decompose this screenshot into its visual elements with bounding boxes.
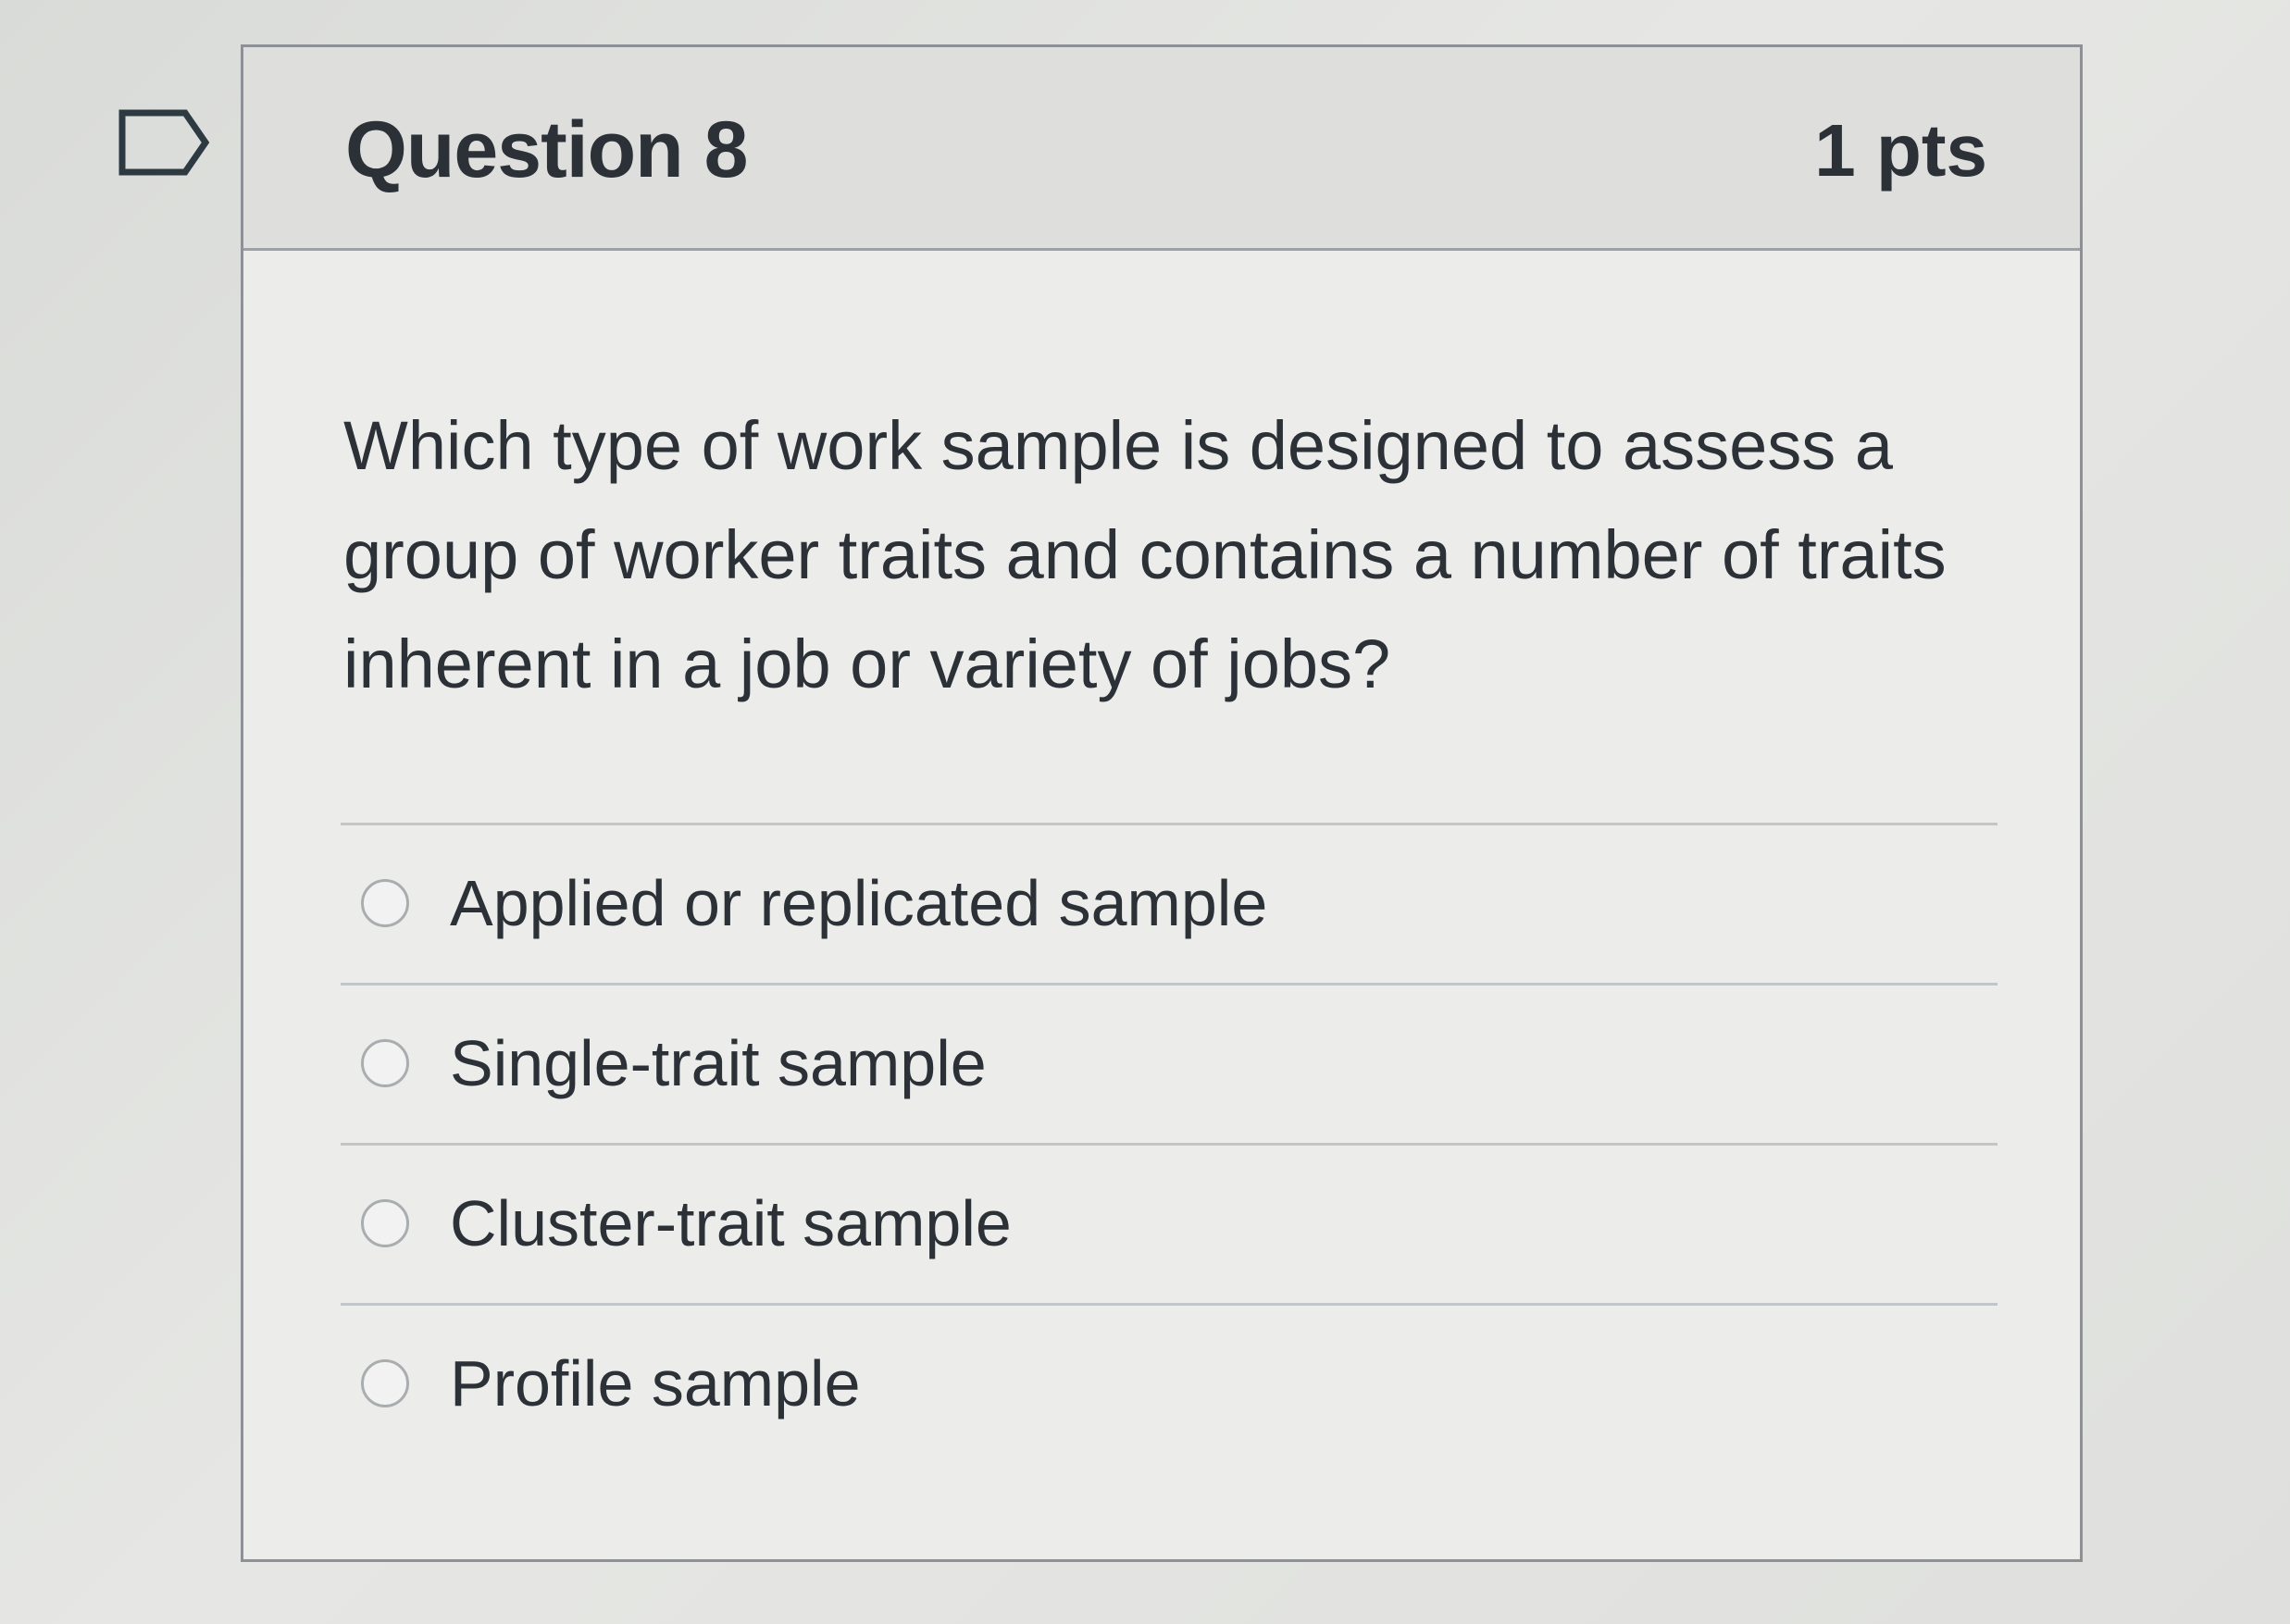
question-card: Question 8 1 pts Which type of work samp… xyxy=(241,44,2083,1562)
question-points: 1 pts xyxy=(1814,109,1987,192)
answer-label: Cluster-trait sample xyxy=(450,1187,1012,1259)
answer-option-single-trait[interactable]: Single-trait sample xyxy=(341,986,1998,1146)
radio-button-icon[interactable] xyxy=(361,1359,409,1407)
question-title: Question 8 xyxy=(345,105,748,194)
flag-question-icon[interactable] xyxy=(118,109,211,176)
question-header: Question 8 1 pts xyxy=(243,47,2080,251)
answer-label: Profile sample xyxy=(450,1347,861,1419)
answer-option-cluster-trait[interactable]: Cluster-trait sample xyxy=(341,1146,1998,1306)
radio-button-icon[interactable] xyxy=(361,1199,409,1247)
radio-button-icon[interactable] xyxy=(361,879,409,927)
answer-label: Single-trait sample xyxy=(450,1027,987,1099)
answer-label: Applied or replicated sample xyxy=(450,867,1268,939)
answer-option-profile[interactable]: Profile sample xyxy=(341,1306,1998,1463)
question-text: Which type of work sample is designed to… xyxy=(343,407,1947,702)
answer-option-applied[interactable]: Applied or replicated sample xyxy=(341,825,1998,986)
answer-list: Applied or replicated sample Single-trai… xyxy=(341,823,1998,1463)
radio-button-icon[interactable] xyxy=(361,1039,409,1087)
